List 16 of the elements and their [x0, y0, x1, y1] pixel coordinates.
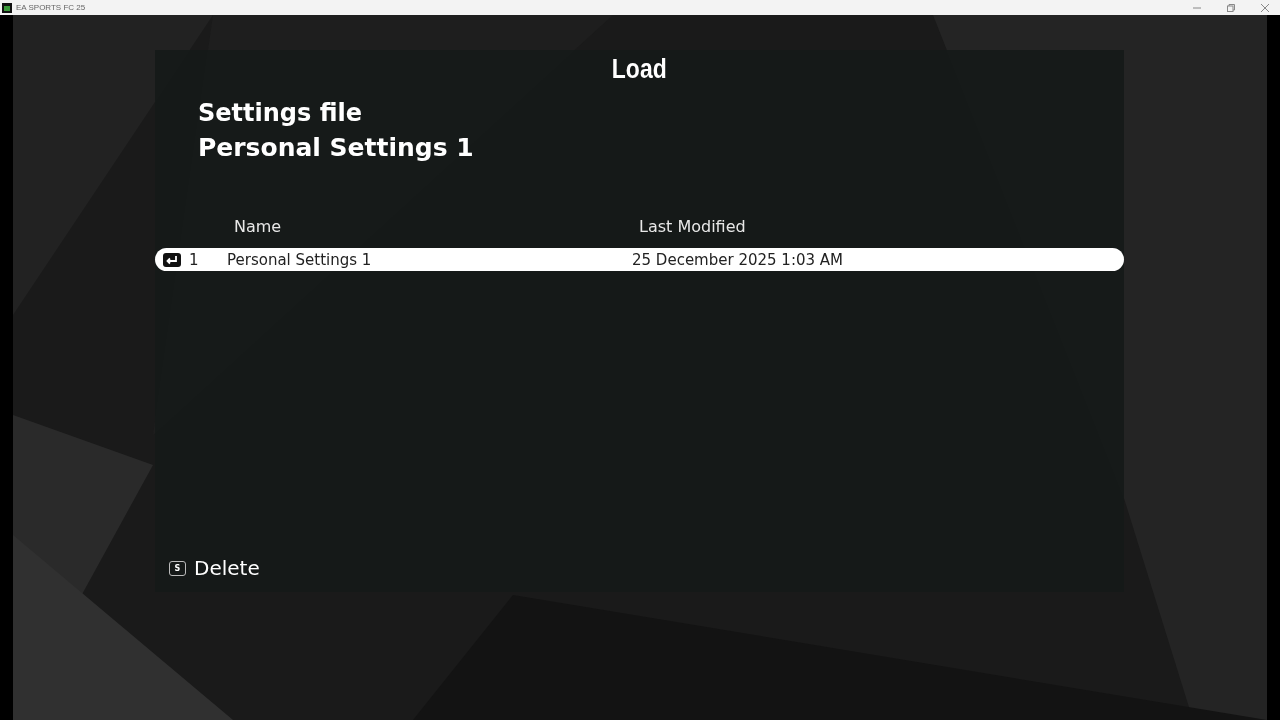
app-icon: [2, 2, 12, 13]
enter-key-icon: [163, 252, 181, 267]
action-label[interactable]: Delete: [194, 556, 260, 580]
screen-title: Load: [612, 54, 667, 85]
column-header: Name: [234, 216, 283, 236]
restore-button[interactable]: [1227, 3, 1235, 12]
current-file-name: Personal Settings 1: [198, 133, 475, 162]
file-name: Personal Settings 1: [227, 250, 373, 269]
column-header: Last Modified: [639, 216, 746, 236]
window-title: EA SPORTS FC 25: [16, 3, 87, 12]
section-label: Settings file: [198, 99, 363, 127]
key-hint: S: [169, 560, 186, 576]
close-button[interactable]: [1261, 3, 1269, 12]
row-number: 1: [189, 250, 200, 269]
file-row[interactable]: 1 Personal Settings 1 25 December 2025 1:03 AM: [155, 248, 1124, 271]
modified-date: 25 December 2025 1:03 AM: [632, 250, 843, 269]
